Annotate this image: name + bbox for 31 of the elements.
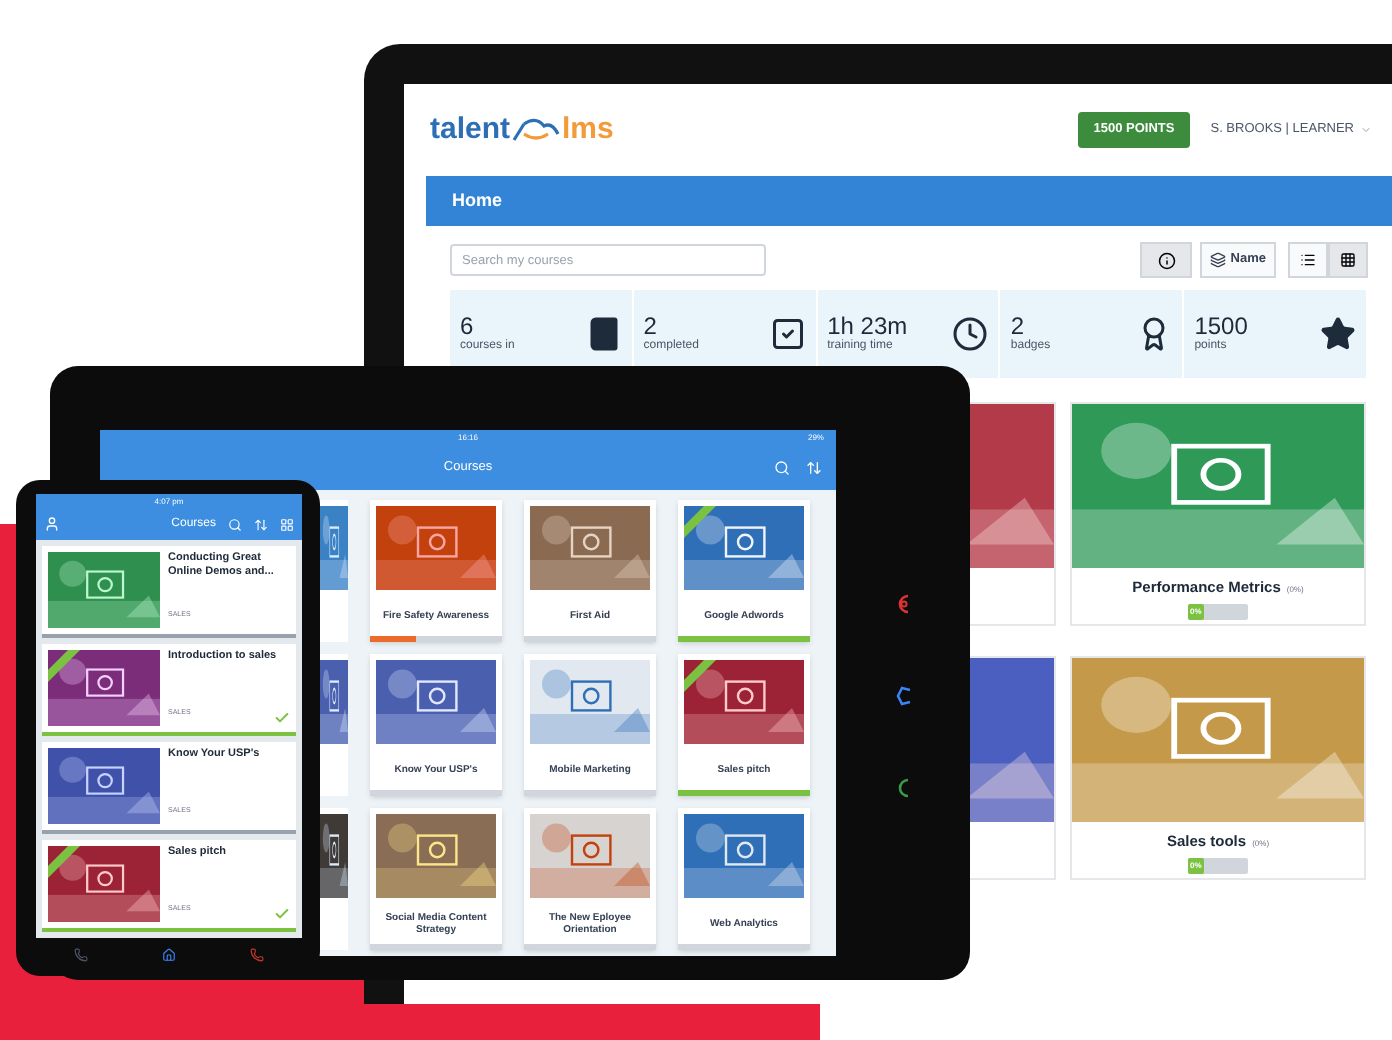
course-card[interactable] bbox=[320, 654, 348, 796]
stat-value: 1500 bbox=[1194, 313, 1248, 337]
logo-text: lms bbox=[562, 109, 614, 150]
phone-icon[interactable] bbox=[73, 947, 88, 961]
home-icon[interactable] bbox=[161, 947, 176, 961]
book-icon bbox=[585, 316, 622, 352]
star-icon bbox=[1320, 316, 1356, 352]
clock-icon bbox=[952, 316, 989, 352]
search-icon[interactable] bbox=[228, 517, 242, 531]
info-icon bbox=[1157, 251, 1176, 269]
check-icon bbox=[769, 316, 806, 352]
back-key-icon[interactable] bbox=[895, 593, 911, 613]
page-title: Home bbox=[452, 187, 503, 214]
course-card[interactable] bbox=[320, 808, 348, 950]
view-toggle[interactable] bbox=[1288, 242, 1328, 278]
logo-text: talent bbox=[430, 109, 511, 150]
stat-value: 1h 23m bbox=[827, 313, 908, 337]
list-icon bbox=[1300, 252, 1316, 268]
chevron-icon bbox=[1360, 124, 1372, 136]
grid-icon bbox=[1340, 252, 1356, 268]
view-toggle[interactable] bbox=[1328, 242, 1368, 278]
info-button[interactable] bbox=[1140, 242, 1193, 278]
grid-icon[interactable] bbox=[280, 517, 294, 531]
phone-icon[interactable] bbox=[250, 947, 265, 961]
cloud-logo-icon bbox=[512, 118, 561, 142]
stat-value: 6 bbox=[460, 313, 476, 337]
sort-icon[interactable] bbox=[254, 517, 268, 531]
layers-icon bbox=[1210, 252, 1227, 268]
user-icon[interactable] bbox=[44, 516, 60, 532]
stat-value: 2 bbox=[1010, 313, 1027, 337]
stat-value: 2 bbox=[643, 313, 659, 337]
